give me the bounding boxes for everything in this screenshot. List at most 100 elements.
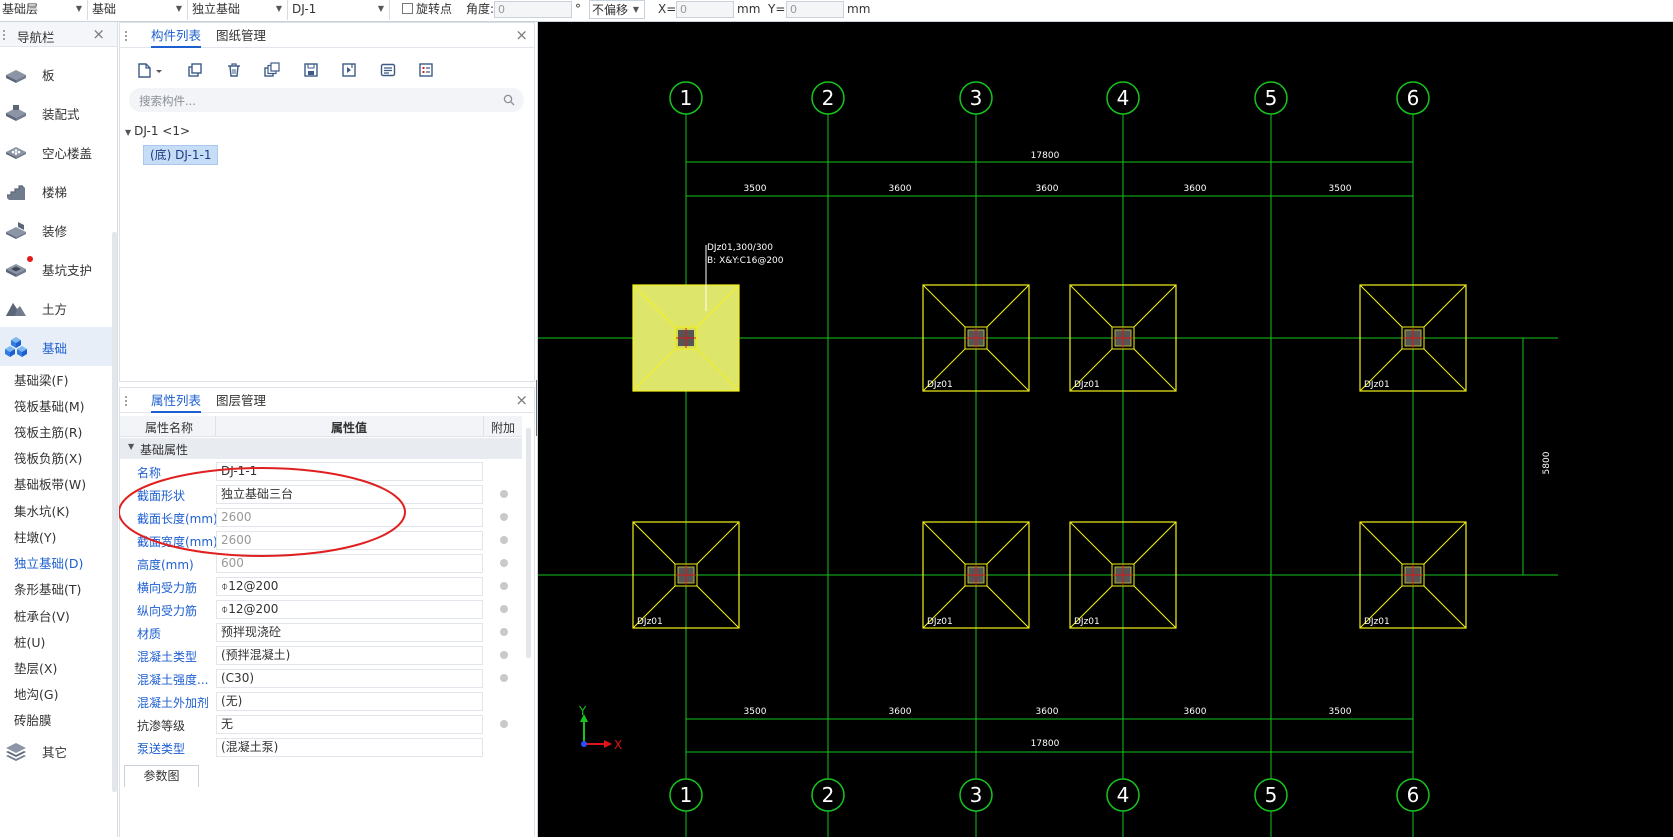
extra-dot-icon[interactable] [500,720,508,728]
category-select[interactable]: 基础 ▼ [90,0,188,20]
load-button[interactable] [336,58,362,82]
property-value[interactable]: 无 [216,715,483,734]
property-value[interactable]: (C30) [216,669,483,688]
nav-item-raft-negative-rebar[interactable]: 筏板负筋(X) [14,448,82,467]
prefab-icon [6,105,26,121]
list-icon [380,63,396,77]
footing-selected[interactable] [632,284,740,392]
nav-item-isolated-footing[interactable]: 独立基础(D) [14,553,83,572]
settings-button[interactable] [413,58,439,82]
nav-category-stairs[interactable]: 楼梯 [0,171,112,210]
offset-select[interactable]: 不偏移 ▼ [589,0,645,19]
extra-dot-icon[interactable] [500,536,508,544]
property-value[interactable]: ⌽12@200 [216,577,483,596]
nav-category-prefab[interactable]: 装配式 [0,93,112,132]
property-group-row[interactable]: ▼ 基础属性 [120,438,522,459]
nav-item-raft-main-rebar[interactable]: 筏板主筋(R) [14,422,82,441]
y-input[interactable]: 0 [786,1,844,18]
nav-item-pile-cap[interactable]: 桩承台(V) [14,606,70,625]
delete-button[interactable] [221,58,247,82]
type-select[interactable]: 独立基础 ▼ [190,0,288,20]
nav-category-label: 基坑支护 [42,263,93,278]
annotation-text-2: B: X&Y:C16@200 [707,256,784,266]
middle-panels: 构件列表 图纸管理 × 搜索构件... ▼ DJ-1 <1> (底) DJ-1-… [119,22,552,837]
nav-item-pile[interactable]: 桩(U) [14,632,45,651]
new-component-button[interactable] [132,58,168,82]
nav-item-column-pier[interactable]: 柱墩(Y) [14,527,56,546]
copy-icon [188,63,202,77]
floor-select[interactable]: 基础层 ▼ [0,0,88,20]
copy-button[interactable] [182,58,208,82]
property-row[interactable]: 泵送类型 (混凝土泵) [120,736,528,759]
tab-parameter-drawing[interactable]: 参数图 [124,765,199,787]
nav-category-earthwork[interactable]: 土方 [0,288,112,327]
drag-handle-icon[interactable] [2,29,6,41]
close-icon[interactable]: × [92,25,105,43]
extra-dot-icon[interactable] [500,605,508,613]
property-row[interactable]: 材质 预拌现浇砼 [120,621,528,644]
property-row[interactable]: 混凝土类型 (预拌混凝土) [120,644,528,667]
property-value[interactable]: 预拌现浇砼 [216,623,483,642]
nav-category-other[interactable]: 其它 [0,731,112,770]
nav-item-sump-pit[interactable]: 集水坑(K) [14,501,69,520]
angle-input[interactable]: 0 [494,1,572,18]
property-name: 混凝土外加剂 [137,696,210,710]
nav-item-raft-foundation[interactable]: 筏板基础(M) [14,396,85,415]
property-row[interactable]: 横向受力筋 ⌽12@200 [120,575,528,598]
cad-drawing-canvas[interactable]: 1 2 3 4 5 6 1 2 3 4 5 6 17800 3500 3600 … [538,22,1673,837]
footing-label: DJz01 [1364,617,1390,627]
properties-button[interactable] [375,58,401,82]
close-icon[interactable]: × [515,391,528,409]
nav-category-foundation[interactable]: 基础 [0,327,112,366]
dim-span-bottom-1: 3500 [744,707,767,717]
nav-item-foundation-beam[interactable]: 基础梁(F) [14,370,68,389]
property-row[interactable]: 抗渗等级 无 [120,713,528,736]
nav-item-foundation-strip[interactable]: 基础板带(W) [14,474,86,493]
x-input[interactable]: 0 [676,1,734,18]
extra-dot-icon[interactable] [500,490,508,498]
save-button[interactable] [298,58,324,82]
extra-dot-icon[interactable] [500,628,508,636]
nav-item-strip-footing[interactable]: 条形基础(T) [14,579,81,598]
nav-category-decoration[interactable]: 装修 [0,210,112,249]
property-value[interactable]: ⌽12@200 [216,600,483,619]
extra-dot-icon[interactable] [500,559,508,567]
tab-drawing-management[interactable]: 图纸管理 [216,26,266,46]
tab-layer-management[interactable]: 图层管理 [216,391,266,411]
property-row[interactable]: 混凝土外加剂 (无) [120,690,528,713]
earthwork-icon [6,303,26,316]
drag-handle-icon[interactable] [124,30,128,42]
property-value[interactable]: (混凝土泵) [216,738,483,757]
cad-drawing[interactable]: 1 2 3 4 5 6 1 2 3 4 5 6 17800 3500 3600 … [538,22,1673,837]
property-value[interactable]: (无) [216,692,483,711]
extra-dot-icon[interactable] [500,513,508,521]
tab-property-list[interactable]: 属性列表 [151,391,202,413]
nav-item-cushion[interactable]: 垫层(X) [14,658,57,677]
property-panel-header: 属性列表 图层管理 × [120,388,534,413]
search-input[interactable]: 搜索构件... [129,88,524,112]
nav-category-hollow-floor[interactable]: 空心楼盖 [0,132,112,171]
axis-bubbles-top [669,81,1430,115]
rotate-point-checkbox[interactable]: 旋转点 [402,0,452,18]
nav-category-pit-support[interactable]: 基坑支护 [0,249,112,288]
nav-item-brick-mold[interactable]: 砖胎膜 [14,710,52,729]
nav-item-trench[interactable]: 地沟(G) [14,684,58,703]
extra-dot-icon[interactable] [500,582,508,590]
component-select[interactable]: DJ-1 ▼ [290,0,390,20]
extra-dot-icon[interactable] [500,651,508,659]
nav-category-slab[interactable]: 板 [0,54,112,93]
property-scrollbar[interactable] [526,428,531,658]
search-icon[interactable] [503,94,515,106]
property-value[interactable]: (预拌混凝土) [216,646,483,665]
property-row[interactable]: 纵向受力筋 ⌽12@200 [120,598,528,621]
tab-component-list[interactable]: 构件列表 [151,26,202,48]
close-icon[interactable]: × [515,26,528,44]
tree-root-item[interactable]: ▼ DJ-1 <1> [125,124,190,138]
extra-dot-icon[interactable] [500,674,508,682]
layer-copy-button[interactable] [259,58,285,82]
axis-label-3-bottom: 3 [970,783,983,807]
property-row[interactable]: 混凝土强度... (C30) [120,667,528,690]
nav-scrollbar[interactable] [112,232,117,792]
tree-child-selected[interactable]: (底) DJ-1-1 [143,145,219,165]
drag-handle-icon[interactable] [124,395,128,407]
